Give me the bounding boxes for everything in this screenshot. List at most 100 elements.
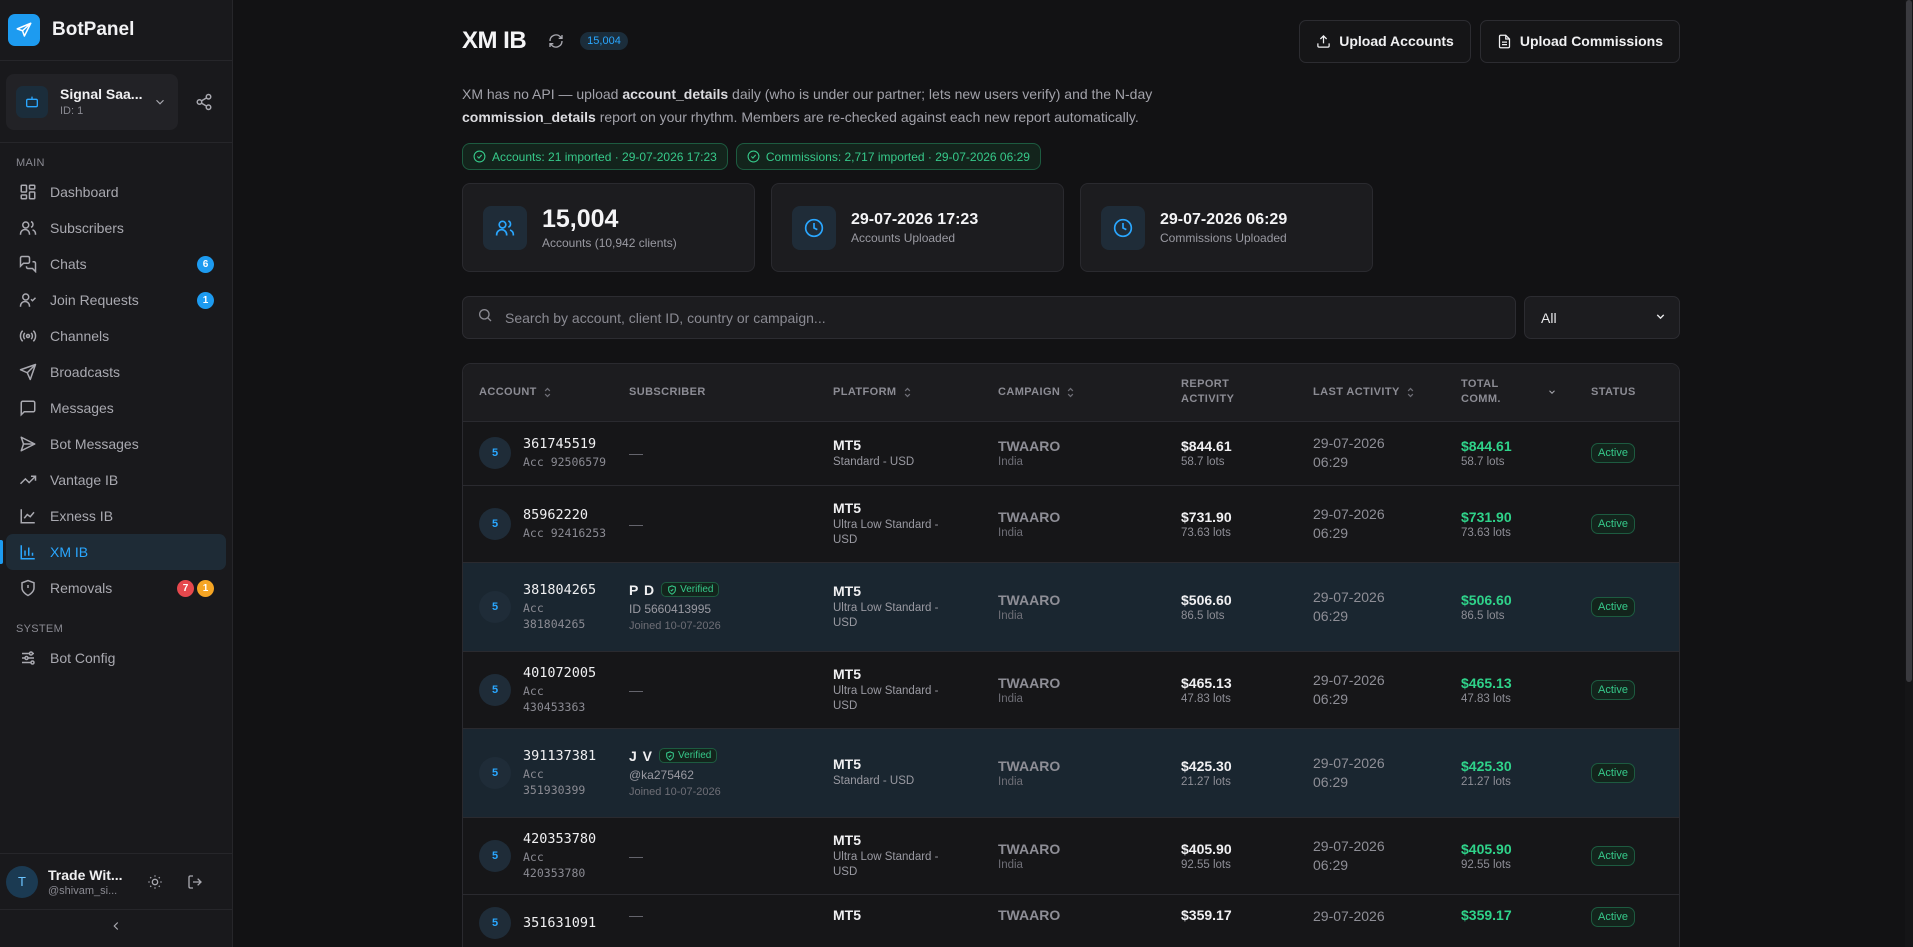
collapse-sidebar-button[interactable]: [0, 909, 232, 947]
dashboard-icon: [18, 182, 38, 202]
sidebar-item-broadcasts[interactable]: Broadcasts: [6, 354, 226, 390]
shield-check-icon: [667, 584, 677, 595]
page-scrollbar[interactable]: [1905, 0, 1913, 947]
subscriber-name[interactable]: J V Verified: [629, 748, 833, 764]
total-lots: 86.5 lots: [1461, 609, 1505, 622]
last-activity: 29-07-2026 06:29: [1313, 435, 1385, 470]
verified-badge: Verified: [659, 748, 718, 763]
sidebar-item-label: Subscribers: [50, 220, 124, 236]
subscriber-name[interactable]: P D Verified: [629, 582, 833, 598]
column-header-account[interactable]: ACCOUNT: [463, 364, 629, 422]
shield-check-icon: [665, 750, 675, 761]
stat-label: Commissions Uploaded: [1160, 230, 1287, 245]
column-header-campaign[interactable]: CAMPAIGN: [998, 364, 1181, 422]
campaign: TWAARO: [998, 438, 1061, 454]
stat-accounts-uploaded: 29-07-2026 17:23 Accounts Uploaded: [771, 183, 1064, 272]
column-header-total-comm[interactable]: TOTAL COMM.: [1461, 364, 1591, 422]
page-title: XM IB: [462, 27, 527, 54]
upload-commissions-button[interactable]: Upload Commissions: [1479, 19, 1680, 63]
last-activity: 29-07-2026 06:29: [1313, 671, 1385, 707]
account-sub: Acc 351930399: [523, 766, 586, 797]
stat-value: 29-07-2026 06:29: [1160, 210, 1288, 228]
sidebar-item-xm-ib[interactable]: XM IB: [0, 534, 226, 570]
theme-toggle-sun-icon[interactable]: [140, 867, 170, 897]
upload-icon: [1316, 34, 1331, 49]
total-lots: 92.55 lots: [1461, 858, 1511, 871]
country: India: [998, 456, 1023, 468]
table-row[interactable]: 5 401072005 Acc 430453363 — MT5 Ultra Low S…: [463, 651, 1679, 728]
sidebar-item-label: Join Requests: [50, 292, 139, 308]
sidebar-item-label: Removals: [50, 580, 113, 596]
account-number: 391137381: [523, 747, 597, 764]
sort-icon: [1066, 387, 1075, 398]
country: India: [998, 692, 1023, 705]
sidebar-item-subscribers[interactable]: Subscribers: [6, 210, 226, 246]
sidebar-item-chats[interactable]: Chats 6: [6, 246, 226, 282]
sidebar-item-label: Dashboard: [50, 184, 119, 200]
sort-icon: [543, 387, 552, 398]
column-header-platform[interactable]: PLATFORM: [833, 364, 998, 422]
sidebar-item-bot-messages[interactable]: Bot Messages: [6, 426, 226, 462]
refresh-icon[interactable]: [546, 31, 566, 51]
sidebar-item-vantage-ib[interactable]: Vantage IB: [6, 462, 226, 498]
country: India: [998, 526, 1023, 539]
chats-icon: [18, 254, 38, 274]
chevron-down-icon: [1654, 310, 1667, 326]
chevron-down-icon: [152, 95, 168, 109]
total-commission: $506.60: [1461, 591, 1512, 608]
subscriber-id: ID 5660413995: [629, 601, 712, 616]
status-filter-select[interactable]: All: [1524, 296, 1680, 339]
total-commission: $731.90: [1461, 508, 1512, 525]
sidebar-item-join-requests[interactable]: Join Requests 1: [6, 282, 226, 318]
workspace-switcher[interactable]: Signal Saa... ID: 1: [6, 73, 178, 130]
sidebar-item-dashboard[interactable]: Dashboard: [6, 174, 226, 210]
sidebar-item-label: Chats: [50, 256, 87, 272]
sidebar-item-removals[interactable]: Removals 7 1: [6, 570, 226, 606]
user-profile: T Trade Wit... @shivam_si...: [0, 853, 232, 909]
subscriber-joined: Joined 10-07-2026: [629, 785, 721, 798]
sidebar-item-exness-ib[interactable]: Exness IB: [6, 498, 226, 534]
logout-icon[interactable]: [180, 867, 210, 897]
table-row[interactable]: 5 381804265 Acc 381804265 P D Verified ID 5…: [463, 562, 1679, 651]
chevron-left-icon: [109, 919, 123, 938]
sidebar-item-label: Bot Messages: [50, 436, 139, 452]
last-activity: 29-07-2026 06:29: [1313, 837, 1385, 873]
level-badge: 5: [479, 839, 511, 872]
campaign: TWAARO: [998, 906, 1061, 923]
table-row[interactable]: 5 351631091 — MT5 TWAARO $359.17 29-07-20…: [463, 894, 1679, 947]
search-input[interactable]: [505, 309, 1485, 326]
stat-value: 15,004: [542, 205, 619, 233]
sidebar-item-bot-config[interactable]: Bot Config: [6, 640, 226, 676]
table-row[interactable]: 5 85962220 Acc 92416253 — MT5 Ultra Low Sta…: [463, 485, 1679, 562]
workspace-id: ID: 1: [60, 105, 84, 117]
last-activity: 29-07-2026 06:29: [1313, 754, 1385, 790]
section-label-main: MAIN: [16, 157, 45, 169]
column-header-status: STATUS: [1591, 364, 1679, 422]
send-icon: [18, 362, 38, 382]
upload-accounts-button[interactable]: Upload Accounts: [1299, 19, 1471, 63]
account-sub: Acc 430453363: [523, 683, 586, 714]
sidebar-item-channels[interactable]: Channels: [6, 318, 226, 354]
total-lots: 58.7 lots: [1461, 456, 1505, 468]
account-sub: Acc 381804265: [523, 600, 586, 631]
status-badge: Active: [1591, 596, 1635, 617]
sort-icon: [1406, 387, 1415, 398]
total-lots: 73.63 lots: [1461, 526, 1511, 539]
verified-badge: Verified: [661, 582, 720, 597]
sidebar-item-label: Exness IB: [50, 508, 114, 524]
status-badge: Active: [1591, 906, 1635, 927]
sidebar-item-messages[interactable]: Messages: [6, 390, 226, 426]
users-icon: [483, 205, 527, 250]
message-square-icon: [18, 398, 38, 418]
share-icon[interactable]: [190, 88, 218, 116]
scrollbar-thumb[interactable]: [1906, 0, 1912, 682]
table-row[interactable]: 5 420353780 Acc 420353780 — MT5 Ultra Low S…: [463, 817, 1679, 894]
table-row[interactable]: 5 361745519 Acc 92506579 — MT5 Standard - U…: [463, 421, 1679, 485]
last-activity: 29-07-2026: [1313, 907, 1385, 924]
table-row[interactable]: 5 391137381 Acc 351930399 J V Verified @ka2…: [463, 728, 1679, 817]
platform-type: Ultra Low Standard - USD: [833, 684, 939, 712]
level-badge: 5: [479, 906, 511, 939]
column-header-last-activity[interactable]: LAST ACTIVITY: [1313, 364, 1461, 422]
avatar[interactable]: T: [6, 865, 38, 898]
sort-desc-icon: [1547, 387, 1557, 397]
